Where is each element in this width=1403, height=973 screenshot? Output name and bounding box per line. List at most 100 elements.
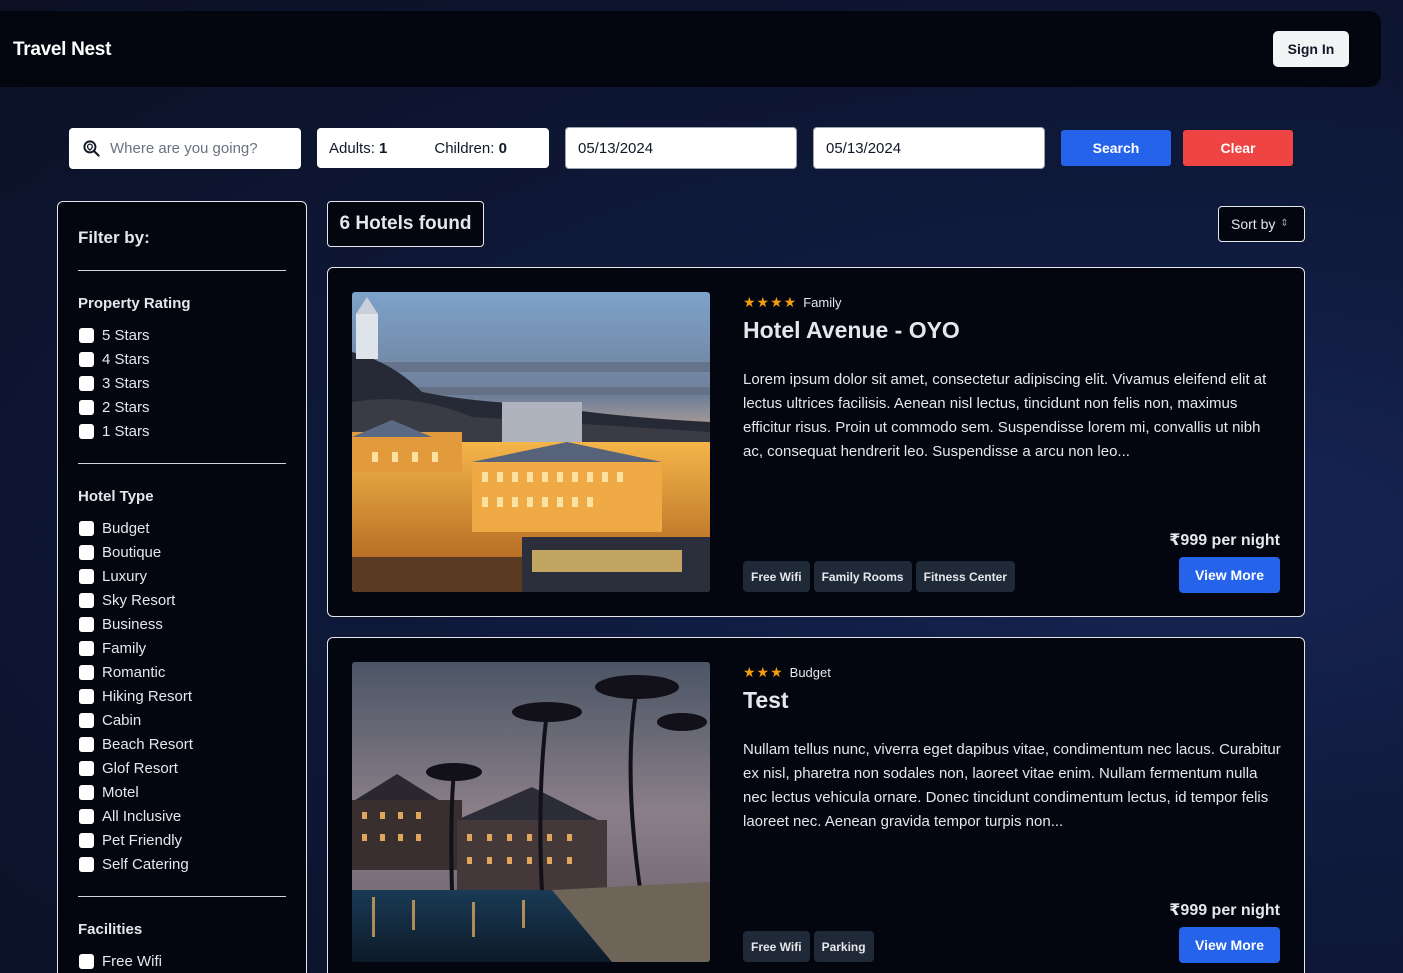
hotel-type-option[interactable]: Boutique	[79, 540, 193, 564]
results-count: 6 Hotels found	[327, 201, 484, 247]
hotel-type-option[interactable]: Pet Friendly	[79, 828, 193, 852]
children-count[interactable]: Children: 0	[434, 140, 507, 157]
checkbox[interactable]	[79, 808, 94, 824]
checkbox[interactable]	[79, 784, 94, 800]
hotel-type-option-label: Budget	[102, 519, 150, 537]
property-rating-title: Property Rating	[78, 295, 191, 312]
rating-option[interactable]: 2 Stars	[79, 395, 150, 419]
checkbox[interactable]	[79, 520, 94, 536]
sign-in-button[interactable]: Sign In	[1273, 31, 1349, 67]
hotel-type-option-label: Pet Friendly	[102, 831, 183, 849]
hotel-type-option[interactable]: Sky Resort	[79, 588, 193, 612]
checkbox[interactable]	[79, 351, 94, 367]
hotel-price: ₹999 per night	[1169, 902, 1280, 919]
rating-option[interactable]: 5 Stars	[79, 323, 150, 347]
hotel-type-option[interactable]: Romantic	[79, 660, 193, 684]
checkbox[interactable]	[79, 856, 94, 872]
facility-option[interactable]: Free Wifi	[79, 949, 162, 973]
hotel-type-option[interactable]: Self Catering	[79, 852, 193, 876]
hotel-type-option[interactable]: Luxury	[79, 564, 193, 588]
checkin-date-input[interactable]	[578, 139, 778, 157]
hotel-facilities: Free Wifi Family Rooms Fitness Center	[743, 561, 1019, 592]
checkout-date-input[interactable]	[826, 139, 1026, 157]
brand-logo[interactable]: Travel Nest	[13, 39, 111, 61]
rating-option-label: 5 Stars	[102, 326, 150, 344]
hotel-type-option[interactable]: Glof Resort	[79, 756, 193, 780]
hotel-name[interactable]: Test	[743, 687, 789, 714]
checkbox[interactable]	[79, 712, 94, 728]
sort-by-dropdown[interactable]: Sort by ⇕	[1218, 206, 1305, 242]
hotel-type-option[interactable]: Cabin	[79, 708, 193, 732]
hotel-type-option-label: Hiking Resort	[102, 687, 193, 705]
checkbox[interactable]	[79, 688, 94, 704]
adults-count[interactable]: Adults: 1	[329, 140, 387, 157]
checkbox[interactable]	[79, 327, 94, 343]
hotel-image[interactable]	[352, 292, 710, 592]
checkbox[interactable]	[79, 592, 94, 608]
hotel-type-option[interactable]: Hiking Resort	[79, 684, 193, 708]
checkbox[interactable]	[79, 399, 94, 415]
hotel-type: Budget	[789, 665, 831, 680]
checkin-date-field[interactable]	[565, 127, 797, 169]
checkbox[interactable]	[79, 423, 94, 439]
checkbox[interactable]	[79, 375, 94, 391]
hotel-type-option-label: Self Catering	[102, 855, 189, 873]
hotel-type-option-label: Luxury	[102, 567, 148, 585]
hotel-description: Nullam tellus nunc, viverra eget dapibus…	[743, 741, 1281, 830]
facility-tag: Fitness Center	[915, 561, 1015, 592]
facilities-title: Facilities	[78, 921, 143, 938]
hotel-type-option[interactable]: All Inclusive	[79, 804, 193, 828]
hotel-type-option-label: Romantic	[102, 663, 166, 681]
hotel-image[interactable]	[352, 662, 710, 962]
hotel-type-option[interactable]: Family	[79, 636, 193, 660]
checkbox[interactable]	[79, 760, 94, 776]
hotel-rating-type: ★★★★ Family	[743, 294, 841, 311]
hotel-type-option[interactable]: Budget	[79, 516, 193, 540]
hotel-type-option-label: Beach Resort	[102, 735, 193, 753]
hotel-type-option[interactable]: Business	[79, 612, 193, 636]
checkbox[interactable]	[79, 616, 94, 632]
facilities-options: Free Wifi	[79, 949, 162, 973]
hotel-type-option[interactable]: Motel	[79, 780, 193, 804]
checkbox[interactable]	[79, 832, 94, 848]
search-button[interactable]: Search	[1061, 130, 1171, 166]
divider	[78, 896, 286, 897]
hotel-type-option-label: Sky Resort	[102, 591, 176, 609]
hotel-description: Lorem ipsum dolor sit amet, consectetur …	[743, 371, 1267, 460]
star-rating-icon: ★★★★	[743, 294, 798, 310]
checkout-date-field[interactable]	[813, 127, 1045, 169]
hotel-card[interactable]: ★★★ Budget Test Nullam tellus nunc, vive…	[327, 637, 1305, 973]
divider	[78, 463, 286, 464]
hotel-type-title: Hotel Type	[78, 488, 154, 505]
checkbox[interactable]	[79, 953, 94, 969]
hotel-name[interactable]: Hotel Avenue - OYO	[743, 317, 960, 344]
facility-tag: Family Rooms	[813, 561, 912, 592]
rating-option-label: 1 Stars	[102, 422, 150, 440]
rating-option[interactable]: 1 Stars	[79, 419, 150, 443]
facility-tag: Free Wifi	[743, 931, 810, 962]
destination-field[interactable]	[69, 128, 301, 169]
rating-option-label: 3 Stars	[102, 374, 150, 392]
hotel-rating-type: ★★★ Budget	[743, 664, 831, 681]
search-location-icon	[83, 140, 100, 157]
rating-option[interactable]: 4 Stars	[79, 347, 150, 371]
hotel-type-option[interactable]: Beach Resort	[79, 732, 193, 756]
checkbox[interactable]	[79, 640, 94, 656]
guests-field[interactable]: Adults: 1 Children: 0	[317, 128, 549, 168]
view-more-button[interactable]: View More	[1179, 927, 1280, 963]
checkbox[interactable]	[79, 544, 94, 560]
destination-input[interactable]	[110, 140, 280, 157]
hotel-price: ₹999 per night	[1169, 532, 1280, 549]
checkbox[interactable]	[79, 664, 94, 680]
facility-option-label: Free Wifi	[102, 952, 162, 970]
checkbox[interactable]	[79, 568, 94, 584]
filter-title: Filter by:	[78, 228, 150, 247]
hotel-type-options: Budget Boutique Luxury Sky Resort Business Fa…	[79, 516, 193, 876]
rating-option[interactable]: 3 Stars	[79, 371, 150, 395]
top-navbar	[0, 11, 1381, 87]
checkbox[interactable]	[79, 736, 94, 752]
star-rating-icon: ★★★	[743, 664, 784, 680]
clear-button[interactable]: Clear	[1183, 130, 1293, 166]
view-more-button[interactable]: View More	[1179, 557, 1280, 593]
hotel-card[interactable]: ★★★★ Family Hotel Avenue - OYO Lorem ips…	[327, 267, 1305, 617]
